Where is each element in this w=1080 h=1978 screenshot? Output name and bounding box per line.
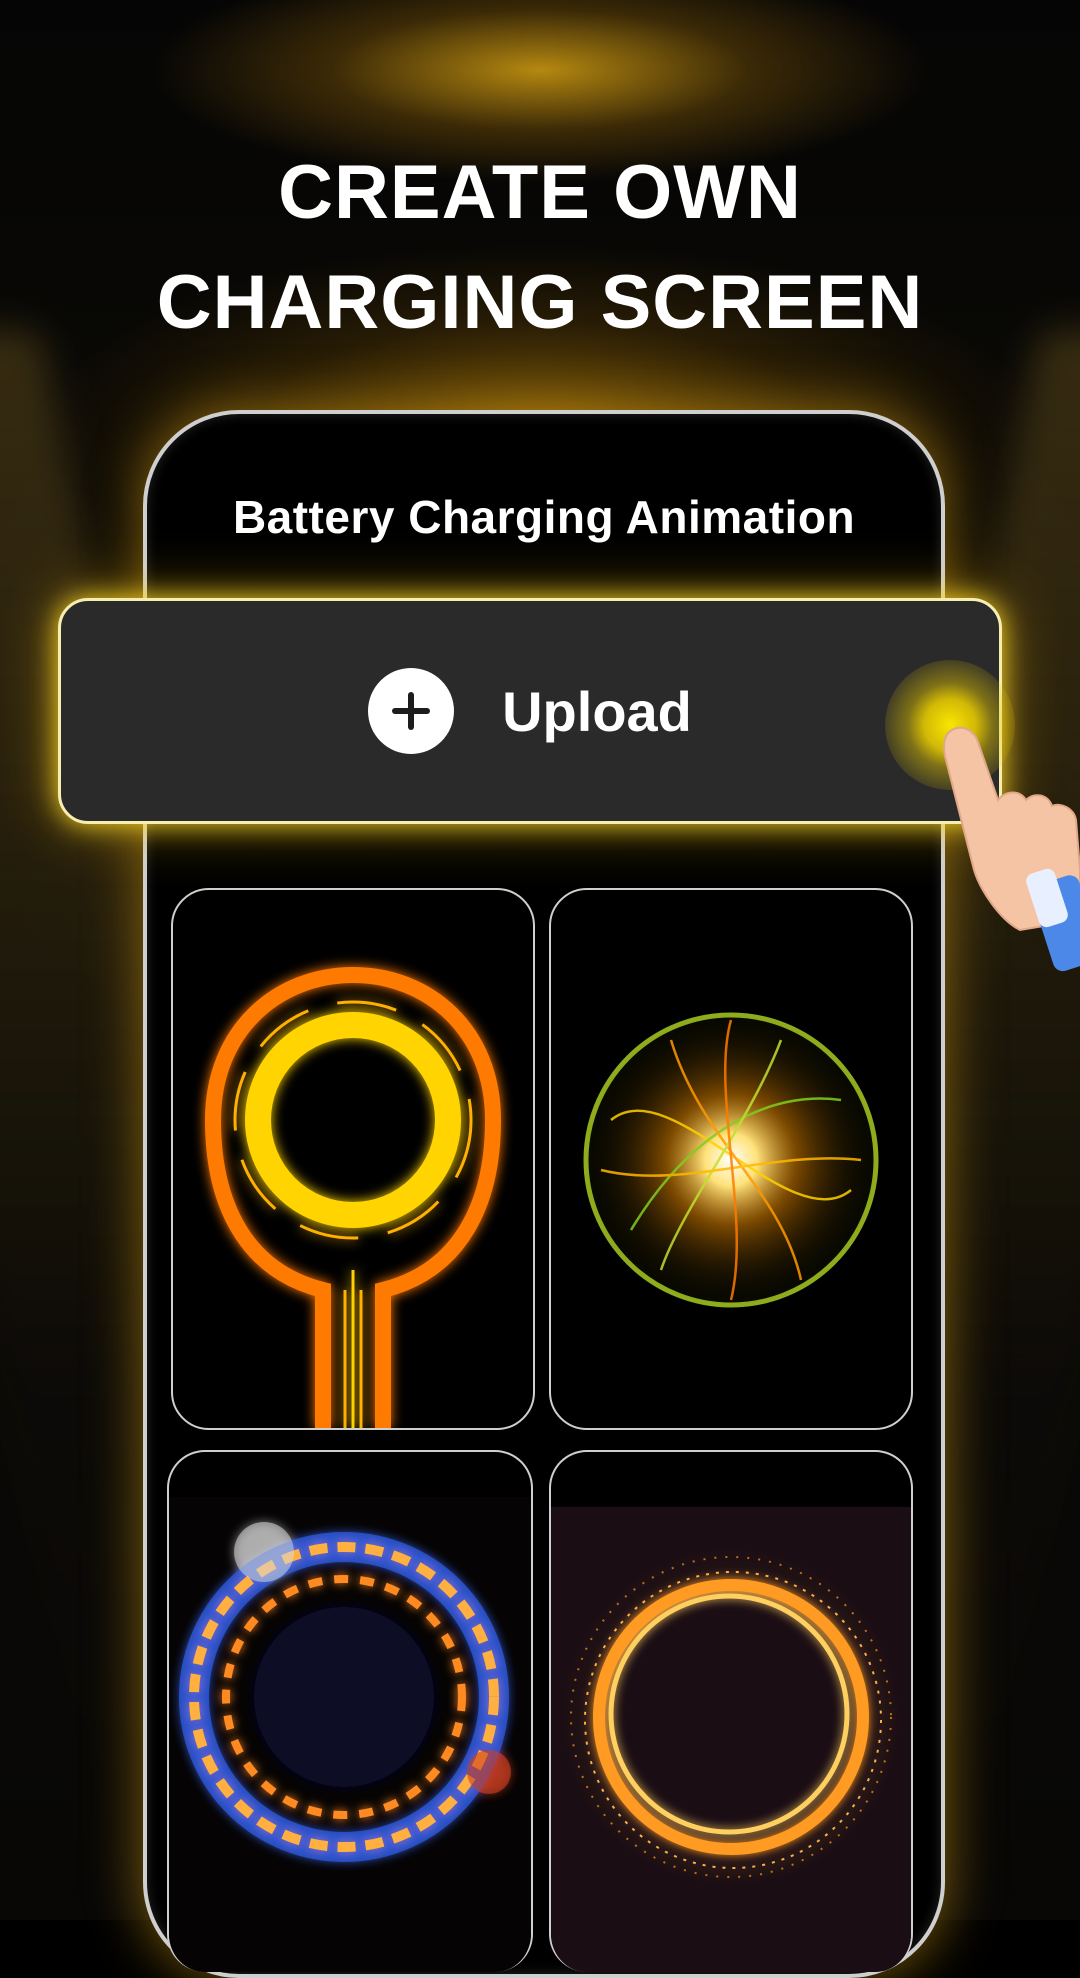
headline-line-2: CHARGING SCREEN (156, 260, 924, 345)
animation-tile-golden-ring[interactable] (549, 1450, 913, 1972)
golden-ring-icon (551, 1507, 911, 1972)
upload-button[interactable]: Upload (58, 598, 1002, 824)
animation-tile-energy-sphere[interactable] (549, 888, 913, 1430)
neon-ring-plug-icon (204, 966, 502, 1428)
energy-sphere-icon (583, 1012, 879, 1308)
animation-tile-neon-ring[interactable] (171, 888, 535, 1430)
animation-tile-fire-ring[interactable] (167, 1450, 533, 1972)
headline: CREATE OWN CHARGING SCREEN (0, 138, 1080, 358)
fire-ring-icon (169, 1497, 531, 1972)
upload-content: Upload (61, 601, 999, 821)
app-title: Battery Charging Animation (232, 491, 856, 543)
pointing-hand-icon (943, 726, 1080, 972)
plus-circle-icon (368, 668, 455, 754)
upload-label: Upload (502, 679, 692, 743)
headline-line-1: CREATE OWN (278, 150, 802, 235)
